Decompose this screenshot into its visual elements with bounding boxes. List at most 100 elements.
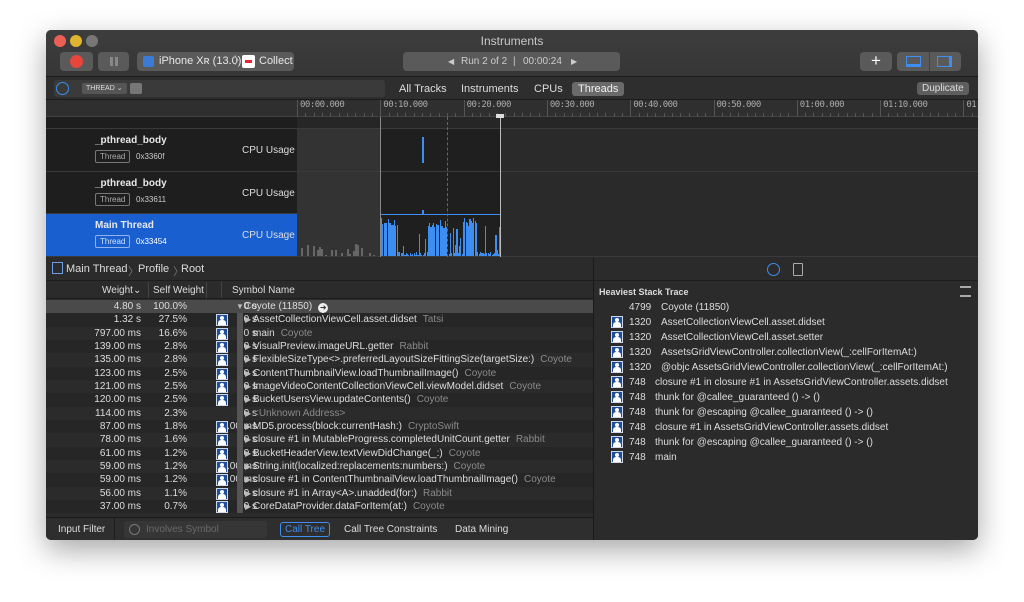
instruments-window: Instruments iPhone Xʀ (13.0) 〉 Collect ◀… (46, 30, 978, 540)
disclosure-closed-icon[interactable]: ▶ (245, 380, 251, 393)
tab-threads[interactable]: Threads (572, 82, 625, 96)
breadcrumb-main-thread[interactable]: Main Thread (66, 263, 128, 275)
call-tree-row[interactable]: 59.00 ms 1.2% 59.00 ms ▶ String.init(localiz… (46, 459, 593, 474)
track-row[interactable]: _pthread_body Thread 0x3360f CPU Usage (46, 129, 297, 172)
call-tree-row[interactable]: 139.00 ms 2.8% 0 s ▶ VisualPreview.imageURL.… (46, 339, 593, 354)
duplicate-button[interactable]: Duplicate (917, 82, 969, 95)
layout-toggle[interactable] (897, 52, 961, 71)
tab-all-tracks[interactable]: All Tracks (393, 82, 453, 96)
thread-filter-token[interactable]: THREAD ⌄ (82, 83, 127, 94)
call-tree-row[interactable]: 4.80 s 100.0% 0 s ▼ Coyote (11850) ➜ (46, 300, 593, 314)
weight-percent: 2.5% (164, 380, 187, 392)
call-tree-row[interactable]: 114.00 ms 2.3% 0 s ▶ <Unknown Address> (46, 406, 593, 420)
call-tree-row[interactable]: 797.00 ms 16.6% 0 s main Coyote (46, 326, 593, 340)
playhead[interactable] (500, 114, 501, 257)
stack-frame[interactable]: 748 closure #1 in closure #1 in AssetsGri… (594, 375, 978, 390)
filter-icon[interactable] (56, 82, 69, 95)
track-row[interactable]: Main Thread Thread 0x33454 CPU Usage (46, 214, 297, 257)
bottom-panel-icon[interactable] (906, 56, 921, 67)
disclosure-closed-icon[interactable]: ▶ (245, 473, 251, 486)
cpu-usage-graph[interactable] (297, 171, 978, 214)
token-options-button[interactable] (130, 83, 142, 94)
weight-percent: 2.3% (164, 407, 187, 419)
next-run-icon[interactable]: ▶ (571, 52, 577, 71)
weight-value: 120.00 ms (94, 394, 141, 406)
disclosure-closed-icon[interactable]: ▶ (245, 313, 251, 326)
call-tree-row[interactable]: 135.00 ms 2.8% 0 s ▶ FlexibleSizeType<>.pref… (46, 353, 593, 367)
disclosure-closed-icon[interactable]: ▶ (245, 500, 251, 513)
symbol-text: closure #1 in ContentThumbnailView.loadT… (253, 474, 518, 486)
stack-frame[interactable]: 4799 Coyote (11850) (594, 300, 978, 315)
cpu-usage-bar (331, 250, 333, 256)
call-tree-row[interactable]: 1.32 s 27.5% 0 s ▶ AssetCollectionViewCell.a… (46, 313, 593, 327)
inspection-range-start[interactable] (380, 117, 381, 257)
disclosure-closed-icon[interactable]: ▶ (245, 407, 251, 420)
disclosure-closed-icon[interactable]: ▶ (245, 460, 251, 473)
track-name: _pthread_body (95, 177, 167, 189)
record-button[interactable] (60, 52, 93, 71)
call-tree-row[interactable]: 123.00 ms 2.5% 0 s ▶ ContentThumbnailView.lo… (46, 366, 593, 380)
track-row-partial[interactable] (46, 117, 297, 129)
column-symbol-name[interactable]: Symbol Name (232, 285, 295, 296)
breadcrumb-profile[interactable]: Profile (138, 263, 169, 275)
call-tree-row[interactable]: 87.00 ms 1.8% 87.00 ms ▶ MD5.process(block:c… (46, 419, 593, 434)
add-instrument-button[interactable]: + (860, 52, 892, 71)
column-self-weight[interactable]: Self Weight (153, 285, 204, 296)
tab-instruments[interactable]: Instruments (455, 82, 524, 96)
right-panel-icon[interactable] (937, 56, 952, 67)
run-selector[interactable]: ◀ Run 2 of 2 | 00:00:24 ▶ (403, 52, 620, 71)
cpu-usage-graph[interactable] (297, 129, 978, 172)
disclosure-closed-icon[interactable]: ▶ (245, 340, 251, 353)
stack-frame[interactable]: 748 main (594, 450, 978, 465)
cpu-usage-graph[interactable] (297, 214, 978, 257)
call-tree-header: Weight⌄ Self Weight Symbol Name (46, 282, 593, 299)
focus-arrow-button[interactable]: ➜ (318, 303, 329, 313)
call-tree-row[interactable]: 56.00 ms 1.1% 0 s ▶ closure #1 in Array<A>.u… (46, 486, 593, 500)
symbol-text: ContentThumbnailView.loadThumbnailImage(… (253, 367, 459, 379)
call-tree-row[interactable]: 78.00 ms 1.6% 0 s ▶ closure #1 in MutablePro… (46, 433, 593, 447)
track-row[interactable]: _pthread_body Thread 0x33611 CPU Usage (46, 171, 297, 214)
stack-frame[interactable]: 748 thunk for @escaping @callee_guarantee… (594, 435, 978, 450)
breadcrumb-root[interactable]: Root (181, 263, 204, 275)
extended-detail-icon[interactable] (767, 263, 780, 276)
stack-frame[interactable]: 1320 @objc AssetsGridViewController.colle… (594, 360, 978, 375)
ruler-tick-label: 01:10.000 (880, 100, 928, 117)
device-target-selector[interactable]: iPhone Xʀ (13.0) 〉 Collect (137, 52, 294, 71)
tab-call-tree[interactable]: Call Tree (280, 522, 331, 537)
tab-data-mining[interactable]: Data Mining (455, 524, 508, 535)
user-code-icon (611, 376, 623, 388)
stack-frame[interactable]: 1320 AssetCollectionViewCell.asset.setter (594, 330, 978, 345)
playhead-handle[interactable] (496, 114, 504, 118)
timeline-ruler[interactable]: 00:00.000 00:10.000 00:20.000 00:30.000 00:4… (297, 100, 978, 117)
library-name: Coyote (412, 500, 445, 512)
disclosure-closed-icon[interactable]: ▶ (245, 433, 251, 446)
stack-frame[interactable]: 1320 AssetsGridViewController.collectionV… (594, 345, 978, 360)
depth-indicator (237, 446, 243, 460)
call-tree-row[interactable]: 120.00 ms 2.5% 0 s ▶ BucketUsersView.updateC… (46, 393, 593, 407)
library-name: Rabbit (515, 434, 545, 446)
column-weight[interactable]: Weight⌄ (102, 285, 141, 296)
track-filter-field[interactable]: THREAD ⌄ (54, 80, 385, 97)
call-tree-row[interactable]: 121.00 ms 2.5% 0 s ▶ ImageVideoContentCollec… (46, 379, 593, 394)
disclosure-open-icon[interactable]: ▼ (236, 300, 244, 313)
call-tree-row[interactable]: 37.00 ms 0.7% 0 s ▶ CoreDataProvider.dataFor… (46, 499, 593, 514)
stack-frame[interactable]: 1320 AssetCollectionViewCell.asset.didset (594, 315, 978, 330)
stack-frame[interactable]: 748 thunk for @callee_guaranteed () -> () (594, 390, 978, 405)
disclosure-closed-icon[interactable]: ▶ (245, 487, 251, 500)
tab-cpus[interactable]: CPUs (528, 82, 569, 96)
disclosure-closed-icon[interactable]: ▶ (245, 353, 251, 366)
tab-call-tree-constraints[interactable]: Call Tree Constraints (344, 524, 437, 535)
stack-frame[interactable]: 748 thunk for @escaping @callee_guarantee… (594, 405, 978, 420)
document-icon[interactable] (793, 263, 803, 276)
involves-symbol-input[interactable]: Involves Symbol (124, 521, 267, 538)
call-tree-row[interactable]: 61.00 ms 1.2% 0 s ▶ BucketHeaderView.textVie… (46, 446, 593, 460)
previous-run-icon[interactable]: ◀ (448, 52, 454, 71)
pause-button[interactable] (98, 52, 129, 71)
disclosure-closed-icon[interactable]: ▶ (245, 420, 251, 433)
stack-frame[interactable]: 748 closure #1 in AssetsGridViewControlle… (594, 420, 978, 435)
disclosure-closed-icon[interactable]: ▶ (245, 393, 251, 406)
disclosure-closed-icon[interactable]: ▶ (245, 447, 251, 460)
collapse-icon[interactable] (960, 286, 971, 297)
disclosure-closed-icon[interactable]: ▶ (245, 367, 251, 380)
call-tree-row[interactable]: 59.00 ms 1.2% 59.00 ms ▶ closure #1 in Conte… (46, 473, 593, 487)
